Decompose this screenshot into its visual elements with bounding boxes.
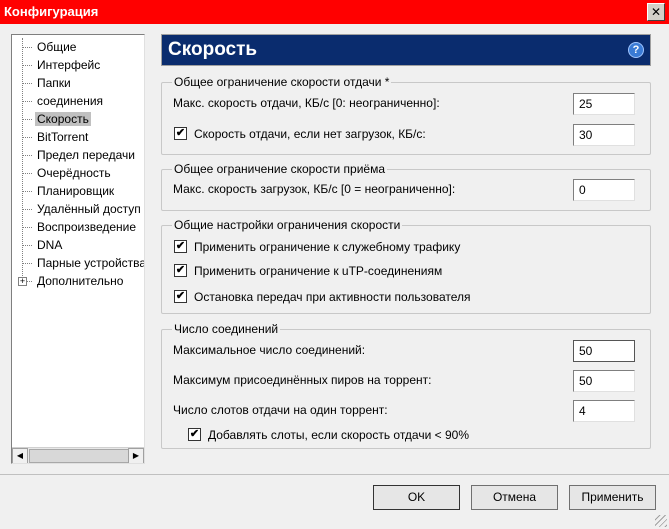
upload-slots-row: Число слотов отдачи на один торрент:	[162, 400, 650, 422]
utp-row: ✔ Применить ограничение к uTP-соединения…	[162, 261, 650, 283]
max-connections-label: Максимальное число соединений:	[173, 343, 366, 357]
tree-item-speed[interactable]: Скорость	[12, 110, 144, 128]
apply-button[interactable]: Применить	[569, 485, 656, 510]
tree-item-transfer-cap[interactable]: Предел передачи	[12, 146, 144, 164]
extra-slots-row: ✔ Добавлять слоты, если скорость отдачи …	[162, 425, 650, 447]
utp-label: Применить ограничение к uTP-соединениям	[194, 264, 443, 278]
close-icon[interactable]: ✕	[647, 3, 665, 21]
upload-limit-group: Общее ограничение скорости отдачи * Макс…	[161, 75, 651, 155]
no-download-upload-label: Скорость отдачи, если нет загрузок, КБ/с…	[194, 127, 426, 141]
tree-item-bittorrent[interactable]: BitTorrent	[12, 128, 144, 146]
title-bar: Конфигурация ✕	[0, 0, 669, 24]
general-rate-settings-group: Общие настройки ограничения скорости ✔ П…	[161, 218, 651, 314]
max-upload-label: Макс. скорость отдачи, КБ/с [0: неограни…	[173, 96, 440, 110]
tree-item-dna[interactable]: DNA	[12, 236, 144, 254]
tree-item-interface[interactable]: Интерфейс	[12, 56, 144, 74]
max-peers-input[interactable]	[573, 370, 635, 392]
no-download-upload-row: ✔ Скорость отдачи, если нет загрузок, КБ…	[162, 124, 650, 146]
tree-item-remote[interactable]: Удалённый доступ	[12, 200, 144, 218]
page-title: Скорость	[168, 39, 258, 60]
tree-item-scheduler[interactable]: Планировщик	[12, 182, 144, 200]
scrollbar-thumb[interactable]	[29, 449, 129, 463]
tree-horizontal-scrollbar[interactable]: ◀ ▶	[12, 447, 144, 463]
overhead-row: ✔ Применить ограничение к служебному тра…	[162, 237, 650, 259]
cancel-button[interactable]: Отмена	[471, 485, 558, 510]
tree-item-playback[interactable]: Воспроизведение	[12, 218, 144, 236]
tree-item-advanced[interactable]: + Дополнительно	[12, 272, 144, 290]
group-title: Общие настройки ограничения скорости	[172, 218, 403, 232]
max-upload-row: Макс. скорость отдачи, КБ/с [0: неограни…	[162, 93, 650, 115]
expand-plus-icon[interactable]: +	[18, 277, 27, 286]
utp-checkbox[interactable]: ✔	[174, 264, 187, 277]
connections-group: Число соединений Максимальное число соед…	[161, 322, 651, 449]
upload-slots-input[interactable]	[573, 400, 635, 422]
category-tree[interactable]: Общие Интерфейс Папки соединения Скорост…	[11, 34, 145, 464]
max-connections-input[interactable]	[573, 340, 635, 362]
max-download-row: Макс. скорость загрузок, КБ/с [0 = неогр…	[162, 179, 650, 201]
tree-item-connections[interactable]: соединения	[12, 92, 144, 110]
overhead-checkbox[interactable]: ✔	[174, 240, 187, 253]
tree-item-general[interactable]: Общие	[12, 38, 144, 56]
group-title: Общее ограничение скорости отдачи *	[172, 75, 392, 89]
max-download-label: Макс. скорость загрузок, КБ/с [0 = неогр…	[173, 182, 456, 196]
overhead-label: Применить ограничение к служебному трафи…	[194, 240, 461, 254]
no-download-checkbox[interactable]: ✔	[174, 127, 187, 140]
max-upload-input[interactable]	[573, 93, 635, 115]
extra-slots-label: Добавлять слоты, если скорость отдачи < …	[208, 428, 469, 442]
user-activity-row: ✔ Остановка передач при активности польз…	[162, 287, 650, 309]
footer-separator	[0, 474, 669, 475]
scroll-left-icon[interactable]: ◀	[12, 448, 28, 463]
tree-item-queueing[interactable]: Очерёдность	[12, 164, 144, 182]
max-peers-row: Максимум присоединённых пиров на торрент…	[162, 370, 650, 392]
scroll-right-icon[interactable]: ▶	[128, 448, 144, 463]
download-limit-group: Общее ограничение скорости приёма Макс. …	[161, 162, 651, 211]
max-peers-label: Максимум присоединённых пиров на торрент…	[173, 373, 432, 387]
max-connections-row: Максимальное число соединений:	[162, 340, 650, 362]
group-title: Общее ограничение скорости приёма	[172, 162, 388, 176]
tree-item-folders[interactable]: Папки	[12, 74, 144, 92]
group-title: Число соединений	[172, 322, 281, 336]
window-title: Конфигурация	[4, 4, 99, 19]
ok-button[interactable]: OK	[373, 485, 460, 510]
tree-item-paired-devices[interactable]: Парные устройства	[12, 254, 144, 272]
resize-grip-icon[interactable]	[655, 515, 667, 527]
extra-slots-checkbox[interactable]: ✔	[188, 428, 201, 441]
help-icon[interactable]: ?	[628, 42, 644, 58]
user-activity-checkbox[interactable]: ✔	[174, 290, 187, 303]
max-download-input[interactable]	[573, 179, 635, 201]
upload-slots-label: Число слотов отдачи на один торрент:	[173, 403, 388, 417]
page-header: Скорость ?	[161, 34, 651, 66]
user-activity-label: Остановка передач при активности пользов…	[194, 290, 471, 304]
no-download-upload-input[interactable]	[573, 124, 635, 146]
